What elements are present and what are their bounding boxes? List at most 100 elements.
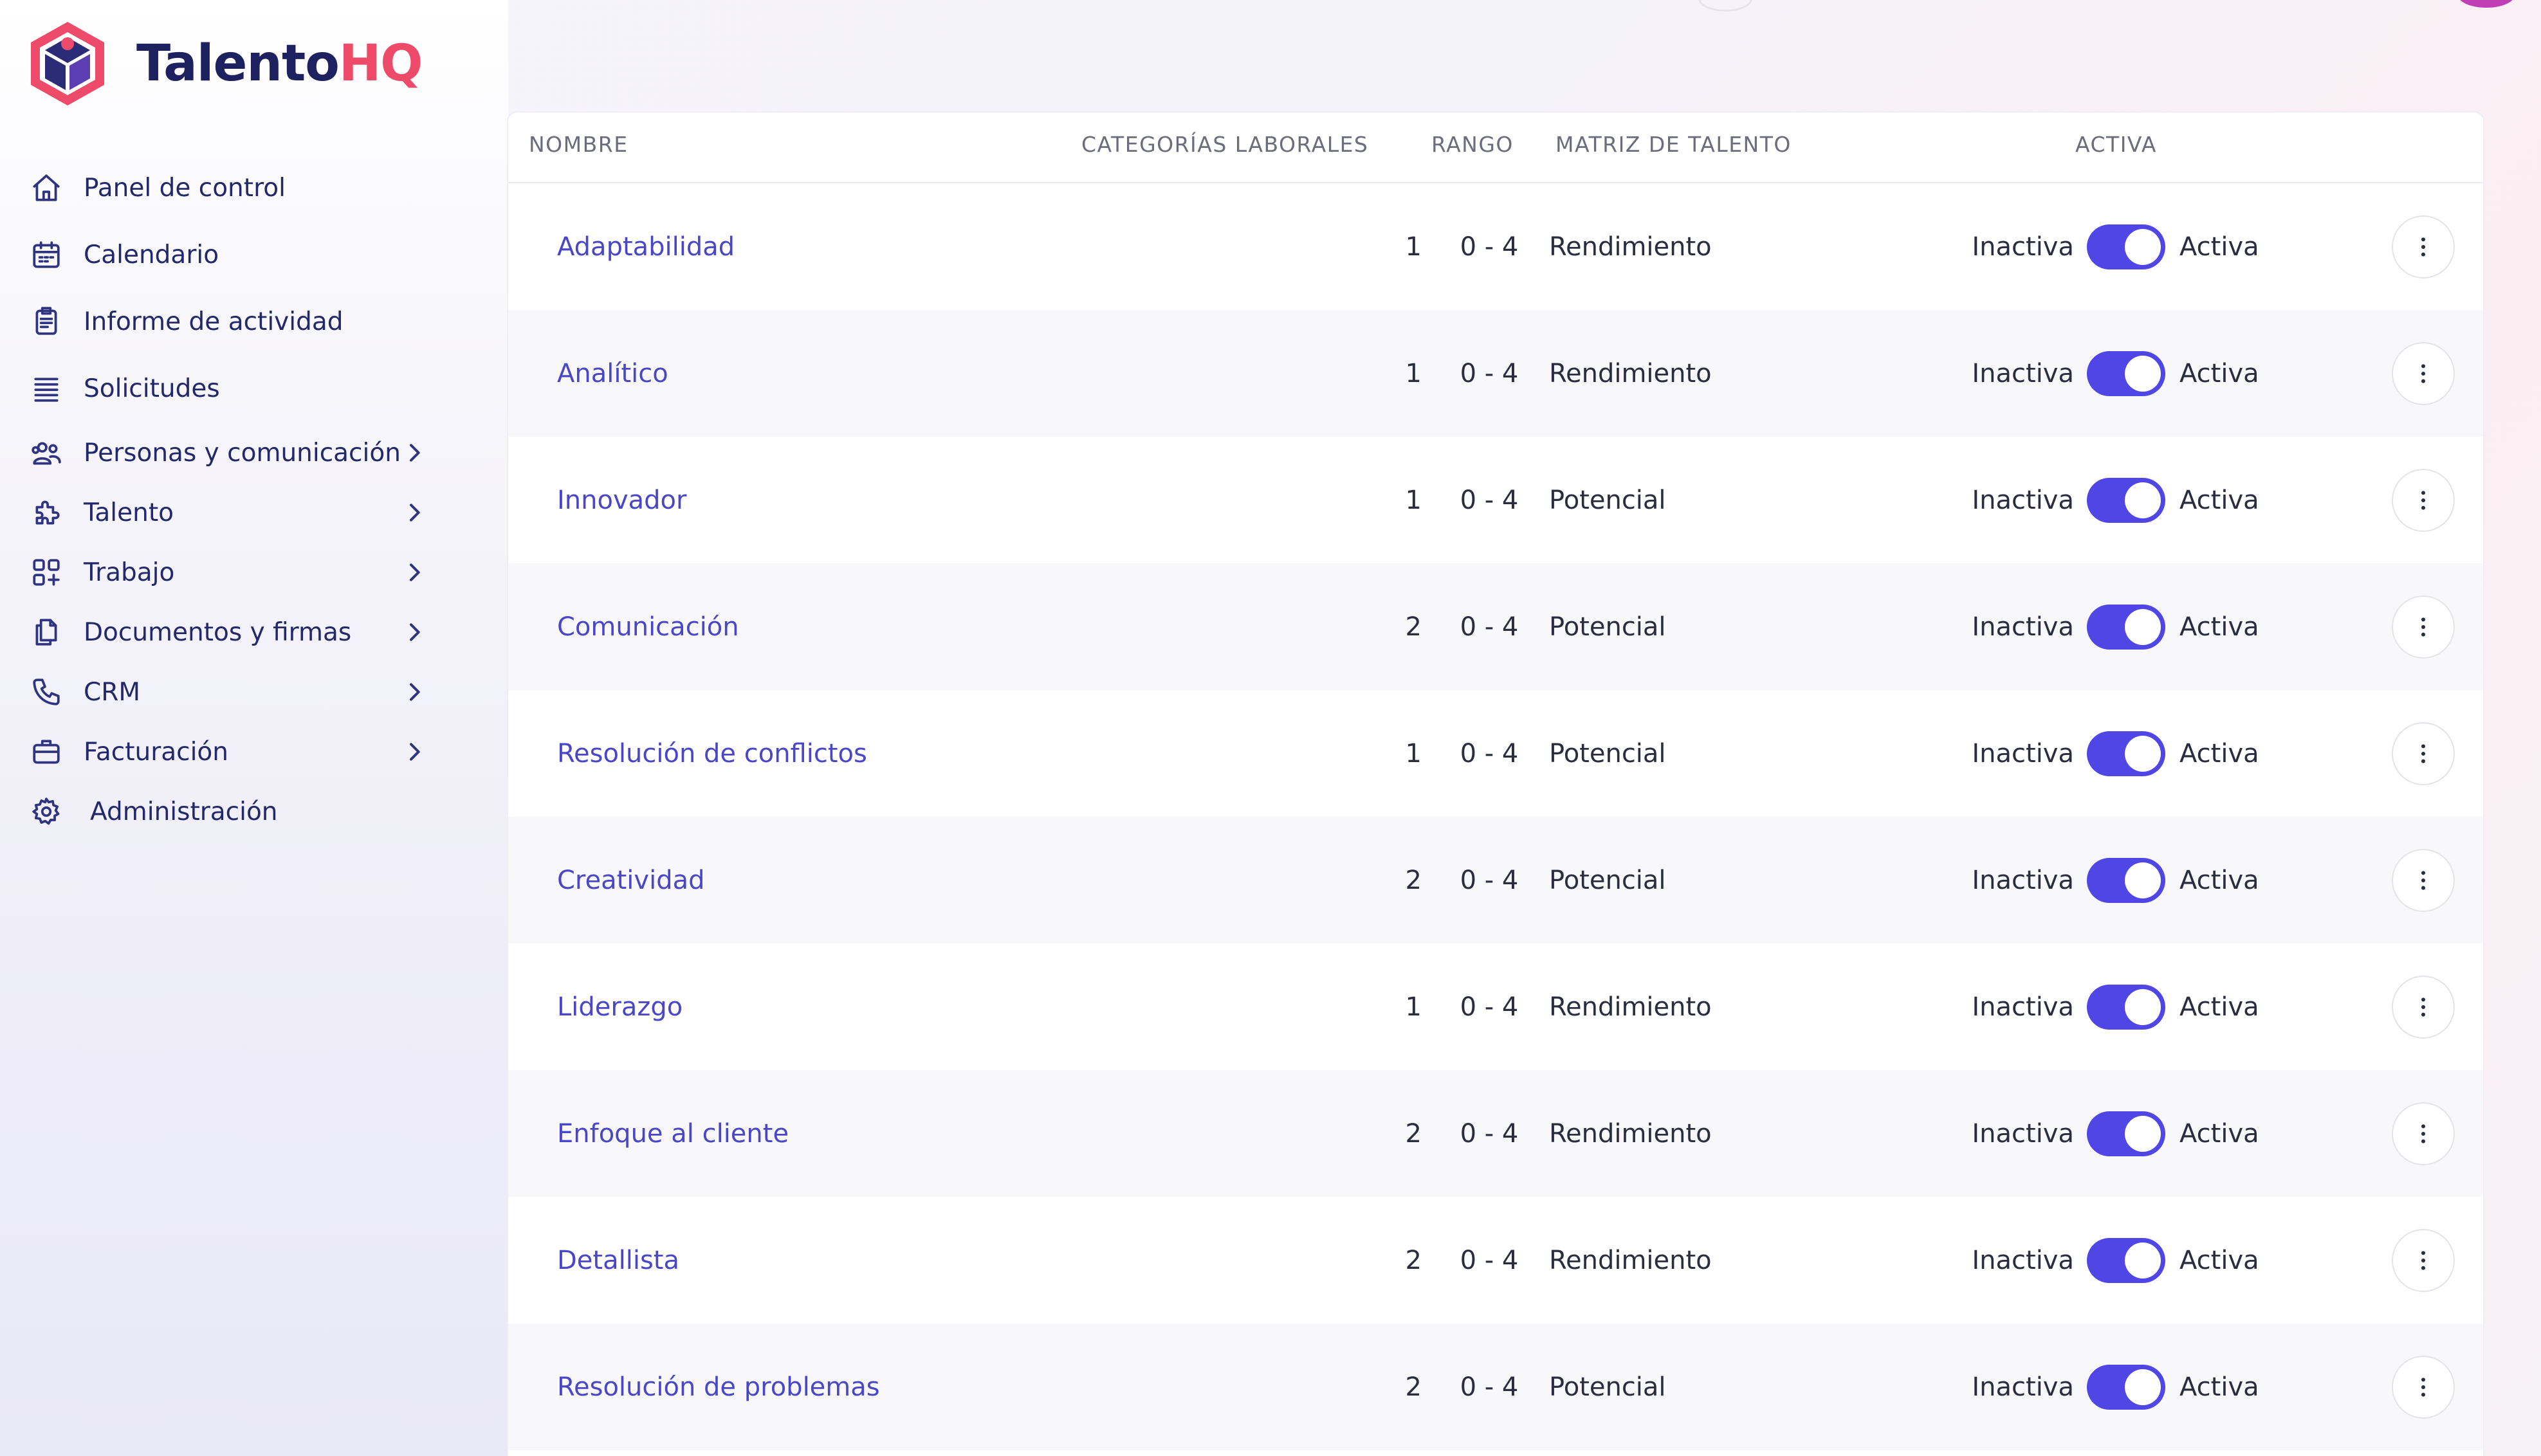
- active-toggle[interactable]: [2087, 224, 2165, 269]
- row-actions-button[interactable]: [2392, 342, 2455, 405]
- phone-icon: [28, 674, 64, 710]
- sidebar-item-administracion[interactable]: Administración: [28, 786, 427, 837]
- competency-name-link[interactable]: Liderazgo: [557, 943, 683, 1070]
- top-circle-button[interactable]: [1698, 0, 1752, 12]
- toggle-off-label: Inactiva: [1972, 992, 2074, 1022]
- job-categories-count: 2: [1405, 612, 1422, 642]
- column-header-range[interactable]: RANGO: [1431, 132, 1514, 157]
- row-actions-button[interactable]: [2392, 976, 2455, 1039]
- sidebar: TalentoHQ Panel de control Calendario In…: [0, 0, 508, 1456]
- active-toggle[interactable]: [2087, 858, 2165, 903]
- row-actions-button[interactable]: [2392, 1229, 2455, 1292]
- active-toggle[interactable]: [2087, 1111, 2165, 1156]
- range-value: 0 - 4: [1460, 992, 1519, 1022]
- competency-name-link[interactable]: Resolución de problemas: [557, 1324, 880, 1450]
- competency-name-link[interactable]: Creatividad: [557, 817, 705, 943]
- sidebar-item-label: Documentos y firmas: [84, 617, 352, 647]
- row-actions-button[interactable]: [2392, 596, 2455, 659]
- range-value: 0 - 4: [1460, 1245, 1519, 1275]
- kebab-menu-icon: [2410, 1374, 2436, 1400]
- competency-name-link[interactable]: Innovador: [557, 437, 686, 563]
- chevron-right-icon: [401, 440, 427, 466]
- table-row: Resolución de conflictos 1 0 - 4 Potencial I…: [508, 690, 2483, 817]
- job-categories-count: 2: [1405, 1245, 1422, 1275]
- talent-matrix-value: Rendimiento: [1549, 1245, 1712, 1275]
- table-row: Liderazgo 1 0 - 4 Rendimiento Inactiva Activa: [508, 943, 2483, 1070]
- range-value: 0 - 4: [1460, 1118, 1519, 1149]
- talent-matrix-value: Potencial: [1549, 612, 1666, 642]
- active-toggle[interactable]: [2087, 985, 2165, 1030]
- range-value: 0 - 4: [1460, 358, 1519, 388]
- row-actions-button[interactable]: [2392, 215, 2455, 278]
- toggle-off-label: Inactiva: [1972, 738, 2074, 769]
- competency-name-link[interactable]: Adaptabilidad: [557, 183, 735, 310]
- table-row: Adaptabilidad 1 0 - 4 Rendimiento Inactiva Ac…: [508, 183, 2483, 310]
- range-value: 0 - 4: [1460, 1372, 1519, 1402]
- users-icon: [28, 435, 64, 471]
- sidebar-item-informe-de-actividad[interactable]: Informe de actividad: [28, 296, 427, 347]
- sidebar-item-facturacion[interactable]: Facturación: [28, 726, 427, 778]
- job-categories-count: 2: [1405, 1118, 1422, 1149]
- job-categories-count: 1: [1405, 485, 1422, 515]
- range-value: 0 - 4: [1460, 865, 1519, 895]
- report-icon: [28, 304, 64, 340]
- toggle-off-label: Inactiva: [1972, 612, 2074, 642]
- active-toggle[interactable]: [2087, 478, 2165, 523]
- logo[interactable]: TalentoHQ: [26, 18, 423, 109]
- sidebar-item-panel-de-control[interactable]: Panel de control: [28, 162, 427, 214]
- sidebar-item-documentos-y-firmas[interactable]: Documentos y firmas: [28, 606, 427, 658]
- active-toggle[interactable]: [2087, 351, 2165, 396]
- competency-name-link[interactable]: Analítico: [557, 310, 668, 437]
- kebab-menu-icon: [2410, 994, 2436, 1020]
- sidebar-item-label: Panel de control: [84, 173, 286, 203]
- column-header-categories[interactable]: CATEGORÍAS LABORALES: [1081, 132, 1368, 157]
- sidebar-item-personas-y-comunicacion[interactable]: Personas y comunicación: [28, 427, 427, 478]
- toggle-on-label: Activa: [2179, 485, 2259, 515]
- sidebar-item-label: Personas y comunicación: [84, 438, 401, 468]
- row-actions-button[interactable]: [2392, 849, 2455, 912]
- sidebar-item-trabajo[interactable]: Trabajo: [28, 547, 427, 598]
- sidebar-item-crm[interactable]: CRM: [28, 666, 427, 718]
- active-toggle[interactable]: [2087, 731, 2165, 776]
- range-value: 0 - 4: [1460, 738, 1519, 769]
- competency-name-link[interactable]: Detallista: [557, 1197, 679, 1324]
- toggle-off-label: Inactiva: [1972, 1245, 2074, 1275]
- avatar[interactable]: [2457, 0, 2515, 8]
- puzzle-icon: [28, 495, 64, 531]
- column-header-active[interactable]: ACTIVA: [2075, 132, 2157, 157]
- sidebar-item-label: Calendario: [84, 240, 219, 269]
- competency-name-link[interactable]: Comunicación: [557, 563, 739, 690]
- job-categories-count: 1: [1405, 232, 1422, 262]
- chevron-right-icon: [401, 560, 427, 585]
- talent-matrix-value: Rendimiento: [1549, 992, 1712, 1022]
- active-toggle[interactable]: [2087, 605, 2165, 650]
- toggle-on-label: Activa: [2179, 358, 2259, 388]
- competency-name-link[interactable]: Resolución de conflictos: [557, 690, 867, 817]
- column-header-name[interactable]: NOMBRE: [529, 132, 628, 157]
- toggle-off-label: Inactiva: [1972, 1372, 2074, 1402]
- sidebar-item-label: CRM: [84, 677, 140, 707]
- column-header-matrix[interactable]: MATRIZ DE TALENTO: [1555, 132, 1792, 157]
- sidebar-item-talento[interactable]: Talento: [28, 487, 427, 538]
- active-toggle[interactable]: [2087, 1238, 2165, 1283]
- row-actions-button[interactable]: [2392, 1102, 2455, 1165]
- sidebar-item-solicitudes[interactable]: Solicitudes: [28, 363, 427, 414]
- kebab-menu-icon: [2410, 1121, 2436, 1147]
- chevron-right-icon: [401, 739, 427, 765]
- row-actions-button[interactable]: [2392, 1356, 2455, 1419]
- toggle-on-label: Activa: [2179, 1118, 2259, 1149]
- active-toggle[interactable]: [2087, 1365, 2165, 1410]
- row-actions-button[interactable]: [2392, 469, 2455, 532]
- app-name: TalentoHQ: [136, 35, 423, 93]
- sidebar-item-label: Talento: [84, 498, 174, 527]
- kebab-menu-icon: [2410, 1248, 2436, 1273]
- toggle-on-label: Activa: [2179, 612, 2259, 642]
- row-actions-button[interactable]: [2392, 722, 2455, 785]
- chevron-right-icon: [401, 500, 427, 525]
- sidebar-item-label: Solicitudes: [84, 374, 220, 403]
- table-header: NOMBRE CATEGORÍAS LABORALES RANGO MATRIZ…: [508, 113, 2483, 183]
- sidebar-item-calendario[interactable]: Calendario: [28, 229, 427, 280]
- table-row: Resolución de problemas 2 0 - 4 Potencial In…: [508, 1324, 2483, 1450]
- kebab-menu-icon: [2410, 487, 2436, 513]
- competency-name-link[interactable]: Enfoque al cliente: [557, 1070, 789, 1197]
